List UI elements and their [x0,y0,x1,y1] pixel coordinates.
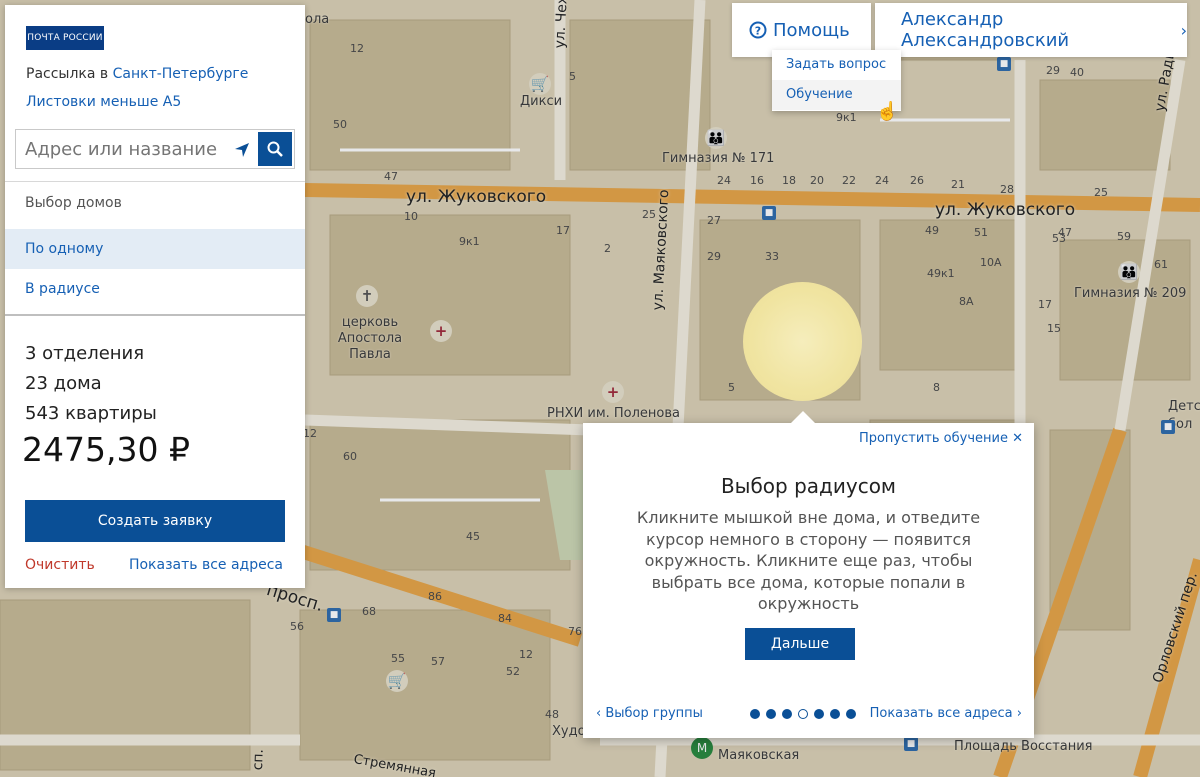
mode-radius[interactable]: В радиусе [5,269,305,309]
svg-text:?: ? [755,25,761,38]
clear-link[interactable]: Очистить [25,557,95,573]
show-all-addresses-link[interactable]: Показать все адреса [129,557,283,573]
tutorial-popup: Пропустить обучение ✕ Выбор радиусом Кли… [583,411,1034,738]
close-icon: ✕ [1012,431,1023,446]
search-box [15,129,295,169]
chevron-right-icon: › [1016,706,1022,721]
chevron-right-icon: › [1180,20,1187,40]
apartments-count: 543 квартиры [25,403,157,424]
format-link[interactable]: Листовки меньше А5 [26,94,181,110]
step-dot[interactable] [798,709,808,719]
search-icon [267,141,283,157]
help-icon: ? [749,21,767,39]
chevron-left-icon: ‹ [596,706,602,721]
mode-one-by-one[interactable]: По одному [5,229,305,269]
divider [5,181,305,182]
step-dot[interactable] [846,709,856,719]
step-dot[interactable] [750,709,760,719]
mailing-prefix: Рассылка в [26,66,109,82]
help-label: Помощь [773,19,850,41]
prev-label: Выбор группы [605,706,703,721]
mailing-city: Рассылка в Санкт-Петербурге [26,66,248,82]
left-panel: ПОЧТА РОССИИ Рассылка в Санкт-Петербурге… [5,5,305,588]
step-dot[interactable] [782,709,792,719]
step-dot[interactable] [814,709,824,719]
city-link[interactable]: Санкт-Петербурге [113,66,249,82]
create-order-button[interactable]: Создать заявку [25,500,285,542]
skip-tutorial-link[interactable]: Пропустить обучение ✕ [859,431,1023,446]
offices-count: 3 отделения [25,343,145,364]
help-button[interactable]: ? Помощь [732,3,871,57]
step-indicator [750,709,856,719]
step-dot[interactable] [766,709,776,719]
house-selection-label: Выбор домов [25,195,122,211]
tutorial-title: Выбор радиусом [720,474,897,498]
hand-cursor-icon: ☝ [876,101,899,121]
next-button[interactable]: Дальше [745,628,855,660]
tutorial-text: Кликните мышкой вне дома, и отведите кур… [636,508,981,613]
ask-question-item[interactable]: Задать вопрос [772,50,901,80]
skip-label: Пропустить обучение [858,431,1008,446]
user-name: Александр Александровский [901,9,1070,51]
total-price: 2475,30 ₽ [22,430,190,469]
user-menu-button[interactable]: Александр Александровский › [875,3,1187,57]
radius-spotlight [743,282,862,401]
location-arrow-icon[interactable] [229,137,255,163]
search-input[interactable] [16,130,226,168]
divider [5,314,305,316]
houses-count: 23 дома [25,373,102,394]
next-link-label: Показать все адреса [869,706,1013,721]
search-button[interactable] [258,132,292,166]
step-dot[interactable] [830,709,840,719]
next-step-link[interactable]: Показать все адреса › [870,706,1022,721]
russian-post-logo[interactable]: ПОЧТА РОССИИ [26,26,104,50]
previous-step-link[interactable]: ‹ Выбор группы [596,706,703,721]
